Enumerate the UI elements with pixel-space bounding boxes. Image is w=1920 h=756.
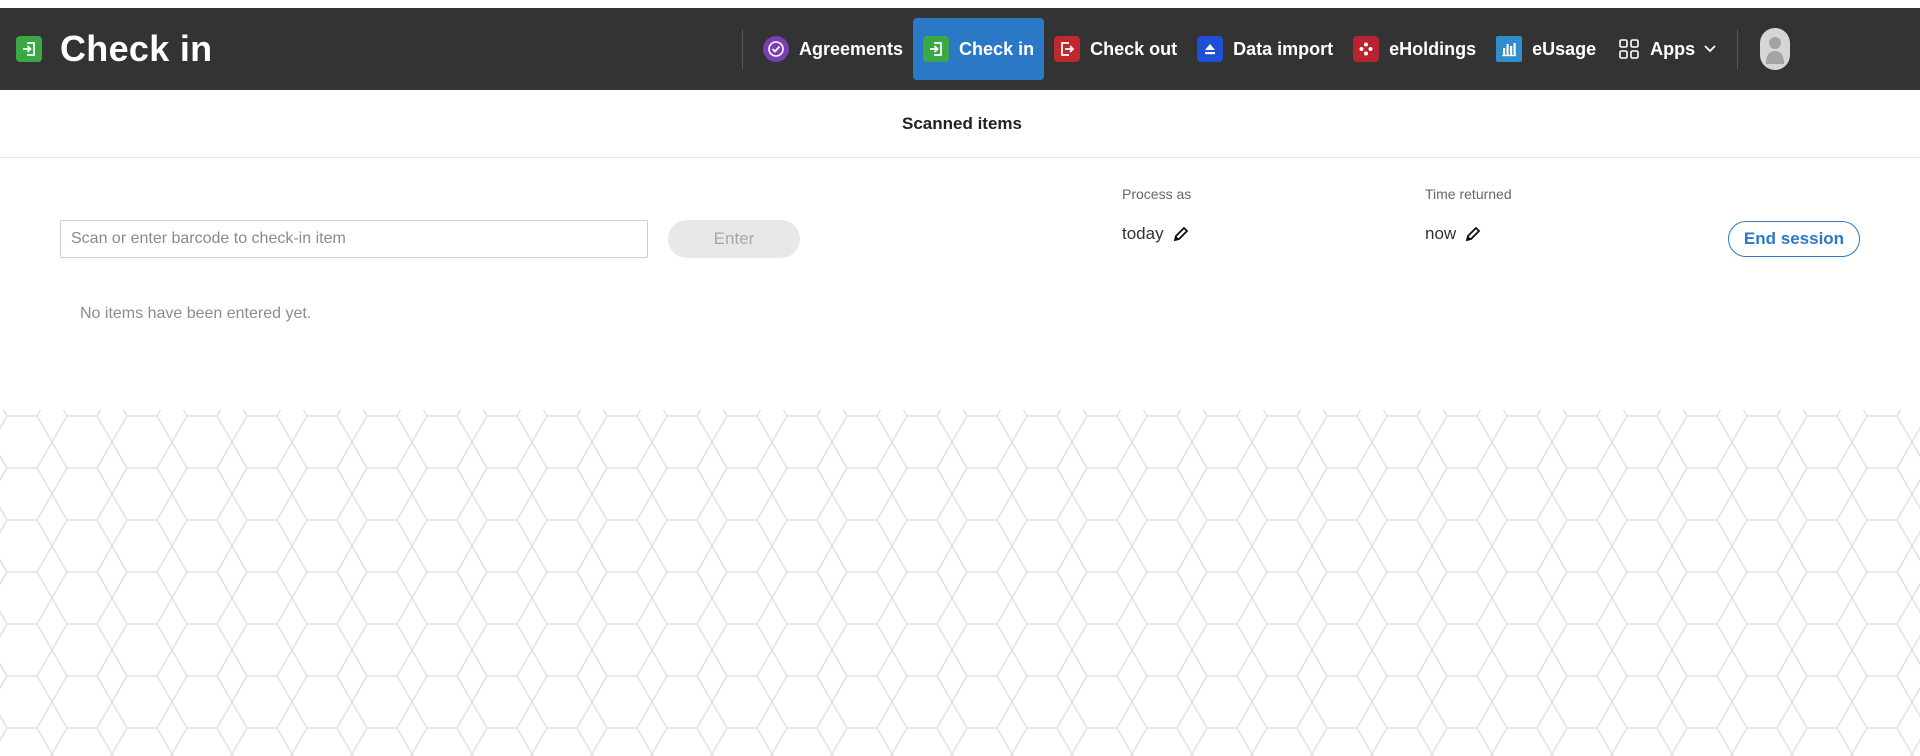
agreements-icon [763, 36, 789, 62]
user-avatar[interactable] [1760, 28, 1791, 70]
pane-header: Scanned items [0, 90, 1920, 158]
apps-grid-icon [1616, 36, 1642, 62]
eholdings-icon [1353, 36, 1380, 62]
process-as-label: Process as [1122, 186, 1192, 202]
top-spacer [0, 0, 1920, 8]
nav-item-label: eUsage [1532, 38, 1597, 59]
nav-item-label: Check in [959, 38, 1035, 59]
nav-divider [1737, 29, 1739, 69]
eusage-icon [1496, 36, 1523, 62]
process-as-value: today [1122, 224, 1164, 243]
nav-item-label: eHoldings [1389, 38, 1477, 59]
pane-title: Scanned items [902, 113, 1022, 133]
nav-item-check-in[interactable]: Check in [913, 18, 1045, 80]
check-in-icon [923, 36, 950, 62]
nav-item-data-import[interactable]: Data import [1187, 18, 1343, 80]
nav-item-eusage[interactable]: eUsage [1486, 18, 1606, 80]
data-import-icon [1197, 36, 1224, 62]
nav-item-label: Data import [1233, 38, 1334, 59]
end-session-button[interactable]: End session [1728, 221, 1860, 257]
process-as-field: today [1122, 224, 1190, 244]
pencil-icon[interactable] [1464, 225, 1482, 243]
app-switcher: Agreements Check in Check out Data impor… [732, 8, 1791, 90]
nav-item-apps[interactable]: Apps [1606, 18, 1727, 80]
chevron-down-icon [1703, 44, 1717, 54]
time-returned-field: now [1425, 224, 1482, 244]
empty-list-message: No items have been entered yet. [80, 305, 312, 322]
page-title: Check in [60, 28, 213, 69]
check-in-icon [16, 36, 42, 62]
pencil-icon[interactable] [1172, 225, 1190, 243]
nav-item-eholdings[interactable]: eHoldings [1343, 18, 1486, 80]
nav-item-check-out[interactable]: Check out [1044, 18, 1187, 80]
barcode-input[interactable] [60, 220, 648, 258]
enter-button[interactable]: Enter [668, 220, 800, 258]
nav-item-label: Agreements [799, 38, 904, 59]
check-out-icon [1054, 36, 1081, 62]
nav-item-label: Apps [1650, 38, 1696, 59]
time-returned-label: Time returned [1425, 186, 1512, 202]
time-returned-value: now [1425, 224, 1457, 243]
nav-item-label: Check out [1090, 38, 1178, 59]
nav-divider [742, 29, 743, 69]
app-brand[interactable]: Check in [16, 28, 212, 70]
hexagon-pattern-background [0, 410, 1920, 756]
main-nav-bar: Check in Agreements Check in Check out D… [0, 8, 1920, 90]
nav-item-agreements[interactable]: Agreements [753, 18, 913, 80]
